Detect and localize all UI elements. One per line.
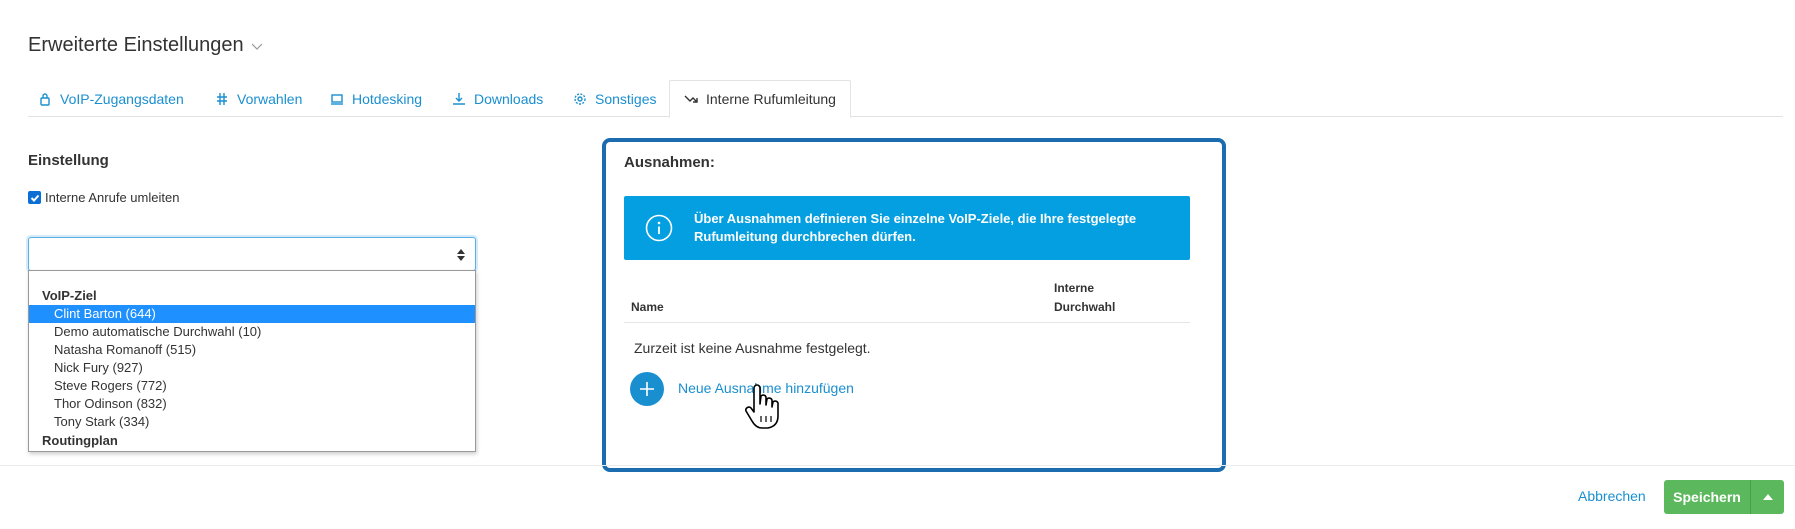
settings-title: Einstellung	[28, 152, 109, 169]
redirect-internal-calls-row[interactable]: Interne Anrufe umleiten	[28, 190, 179, 205]
chevron-down-icon[interactable]	[250, 39, 264, 53]
redirect-target-select[interactable]	[28, 237, 476, 271]
dropdown-option[interactable]: Tony Stark (334)	[29, 413, 475, 431]
add-exception-button[interactable]	[630, 372, 664, 406]
trend-arrow-icon	[684, 95, 698, 103]
hand-cursor-icon	[745, 384, 779, 429]
dropdown-option[interactable]: Clint Barton (644)	[29, 305, 475, 323]
empty-state-text: Zurzeit ist keine Ausnahme festgelegt.	[634, 340, 871, 356]
dropdown-option[interactable]: Steve Rogers (772)	[29, 377, 475, 395]
tab-label: Hotdesking	[352, 90, 423, 107]
laptop-icon	[331, 93, 343, 105]
tab-sonstiges[interactable]: Sonstiges	[573, 80, 656, 117]
info-icon	[645, 214, 673, 242]
info-text: Über Ausnahmen definieren Sie einzelne V…	[694, 211, 1137, 244]
redirect-target-dropdown: VoIP-Ziel Clint Barton (644) Demo automa…	[28, 270, 476, 452]
redirect-internal-calls-label: Interne Anrufe umleiten	[45, 190, 180, 205]
lock-icon	[40, 92, 50, 106]
tab-downloads[interactable]: Downloads	[452, 80, 543, 117]
tab-voip-zugangsdaten[interactable]: VoIP-Zugangsdaten	[38, 80, 184, 117]
page-title-text: Erweiterte Einstellungen	[28, 34, 244, 56]
info-alert: Über Ausnahmen definieren Sie einzelne V…	[624, 196, 1190, 260]
tab-label: Sonstiges	[595, 90, 657, 107]
dropdown-option[interactable]: Demo automatische Durchwahl (10)	[29, 323, 475, 341]
redirect-internal-calls-checkbox[interactable]	[28, 191, 41, 204]
dropdown-group-voip: VoIP-Ziel	[42, 288, 97, 303]
dropdown-option[interactable]: Natasha Romanoff (515)	[29, 341, 475, 359]
footer-divider	[0, 465, 1795, 466]
tab-interne-rufumleitung[interactable]: Interne Rufumleitung	[669, 80, 851, 118]
exceptions-title: Ausnahmen:	[624, 154, 715, 171]
save-button[interactable]: Speichern	[1664, 480, 1751, 514]
dropdown-group-routing: Routingplan	[42, 433, 118, 448]
column-header-extension-line1: Interne	[1054, 281, 1095, 295]
exceptions-card: Ausnahmen: Über Ausnahmen definieren Sie…	[602, 138, 1226, 472]
tab-label: Downloads	[474, 90, 544, 107]
select-arrows-icon	[457, 249, 465, 261]
save-options-button[interactable]	[1751, 480, 1784, 514]
cancel-button[interactable]: Abbrechen	[1578, 488, 1646, 504]
hash-icon	[217, 92, 227, 105]
tab-vorwahlen[interactable]: Vorwahlen	[215, 80, 302, 117]
tab-label: VoIP-Zugangsdaten	[60, 90, 184, 107]
column-header-extension-line2: Durchwahl	[1054, 300, 1116, 314]
page-title[interactable]: Erweiterte Einstellungen	[28, 34, 264, 57]
caret-up-icon	[1762, 494, 1773, 500]
tab-hotdesking[interactable]: Hotdesking	[330, 80, 422, 117]
column-header-extension: Interne Durchwahl	[1054, 279, 1115, 317]
gear-icon	[574, 92, 586, 105]
tab-label: Vorwahlen	[237, 90, 303, 107]
checkmark-icon	[30, 194, 39, 202]
table-header-divider	[624, 322, 1190, 323]
dropdown-option[interactable]: Thor Odinson (832)	[29, 395, 475, 413]
tab-bar: VoIP-Zugangsdaten Vorwahlen Hotdesking D…	[28, 80, 1783, 118]
plus-icon	[640, 382, 654, 396]
column-header-name: Name	[631, 300, 664, 314]
download-icon	[453, 92, 465, 105]
save-button-group: Speichern	[1664, 480, 1784, 514]
tab-label: Interne Rufumleitung	[706, 91, 836, 107]
dropdown-option[interactable]: Nick Fury (927)	[29, 359, 475, 377]
